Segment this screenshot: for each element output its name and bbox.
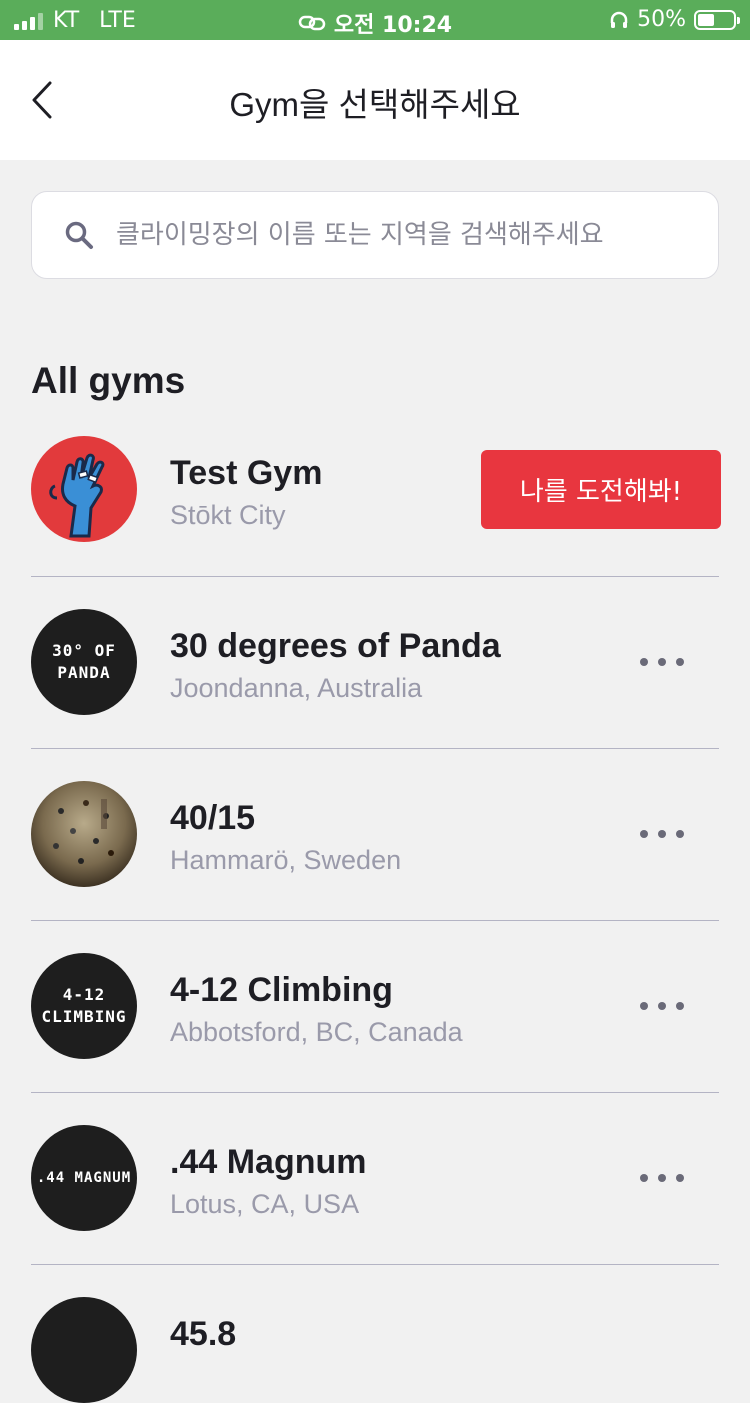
gym-row[interactable]: .44 MAGNUM .44 Magnum Lotus, CA, USA [0,1093,750,1265]
gym-name: 4-12 Climbing [170,971,393,1009]
dot-icon [676,830,684,838]
blue-hand-logo-icon [49,453,105,538]
dot-icon [676,1002,684,1010]
gym-row[interactable]: Test Gym Stōkt City 나를 도전해봐! [0,430,750,577]
dot-icon [658,1174,666,1182]
dot-icon [676,1174,684,1182]
dot-icon [676,658,684,666]
more-options-button[interactable] [640,647,684,677]
avatar-text-line1: 30° OF [52,641,116,660]
gym-row[interactable]: 30° OF PANDA 30 degrees of Panda Joondan… [0,577,750,749]
challenge-button[interactable]: 나를 도전해봐! [481,450,721,529]
search-icon [64,219,96,251]
dot-icon [640,830,648,838]
gym-location: Abbotsford, BC, Canada [170,1017,463,1047]
page-title: Gym을 선택해주세요 [229,86,521,123]
gym-list: Test Gym Stōkt City 나를 도전해봐! 30° OF PAND… [0,430,750,1403]
dot-icon [640,658,648,666]
climbing-wall-photo-icon [31,781,137,887]
dot-icon [658,830,666,838]
gym-avatar [31,781,137,887]
search-input[interactable] [114,219,678,251]
headphones-icon [610,11,628,28]
avatar-text-line1: 4-12 [62,985,106,1004]
status-bar: KT LTE 오전 10:24 50% [0,0,750,40]
link-icon [298,15,326,31]
clock: 오전 10:24 [333,13,453,38]
dot-icon [658,658,666,666]
gym-avatar: .44 MAGNUM [31,1125,137,1231]
gym-location: Lotus, CA, USA [170,1189,360,1219]
avatar-text-line1: .44 MAGNUM [36,1170,132,1186]
dot-icon [640,1002,648,1010]
gym-location: Stōkt City [170,500,286,530]
avatar-text-line2: PANDA [57,663,111,682]
status-right: 50% [609,7,740,32]
battery-percent: 50% [637,7,686,32]
gym-name: .44 Magnum [170,1143,367,1181]
gym-name: 45.8 [170,1315,237,1353]
gym-location: Hammarö, Sweden [170,845,402,875]
dot-icon [640,1174,648,1182]
header: Gym을 선택해주세요 [0,40,750,160]
search-box[interactable] [31,191,719,279]
gym-row[interactable]: 45.8 [0,1265,750,1403]
more-options-button[interactable] [640,819,684,849]
gym-row[interactable]: 40/15 Hammarö, Sweden [0,749,750,921]
avatar-text-line2: CLIMBING [41,1007,127,1026]
more-options-button[interactable] [640,1163,684,1193]
gym-avatar [31,1297,137,1403]
gym-avatar [31,436,137,542]
battery-icon [694,9,740,30]
more-options-button[interactable] [640,991,684,1021]
gym-avatar: 4-12 CLIMBING [31,953,137,1059]
gym-location: Joondanna, Australia [170,673,423,703]
dot-icon [658,1002,666,1010]
gym-row[interactable]: 4-12 CLIMBING 4-12 Climbing Abbotsford, … [0,921,750,1093]
section-title: All gyms [31,360,186,401]
gym-name: 40/15 [170,799,256,837]
gym-name: Test Gym [170,454,323,492]
gym-avatar: 30° OF PANDA [31,609,137,715]
gym-name: 30 degrees of Panda [170,627,501,665]
